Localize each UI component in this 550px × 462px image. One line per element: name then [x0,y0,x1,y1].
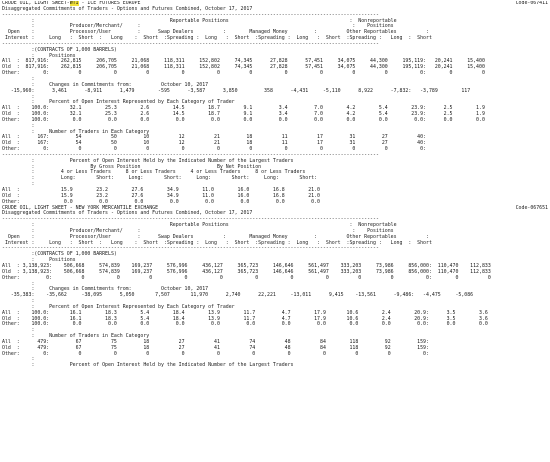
report-line: : Percent of Open Interest Held by the I… [2,362,294,369]
cot-report-document: CRUDE OIL, LIGHT SWEET-WTI - ICE FUTURES… [2,1,548,461]
